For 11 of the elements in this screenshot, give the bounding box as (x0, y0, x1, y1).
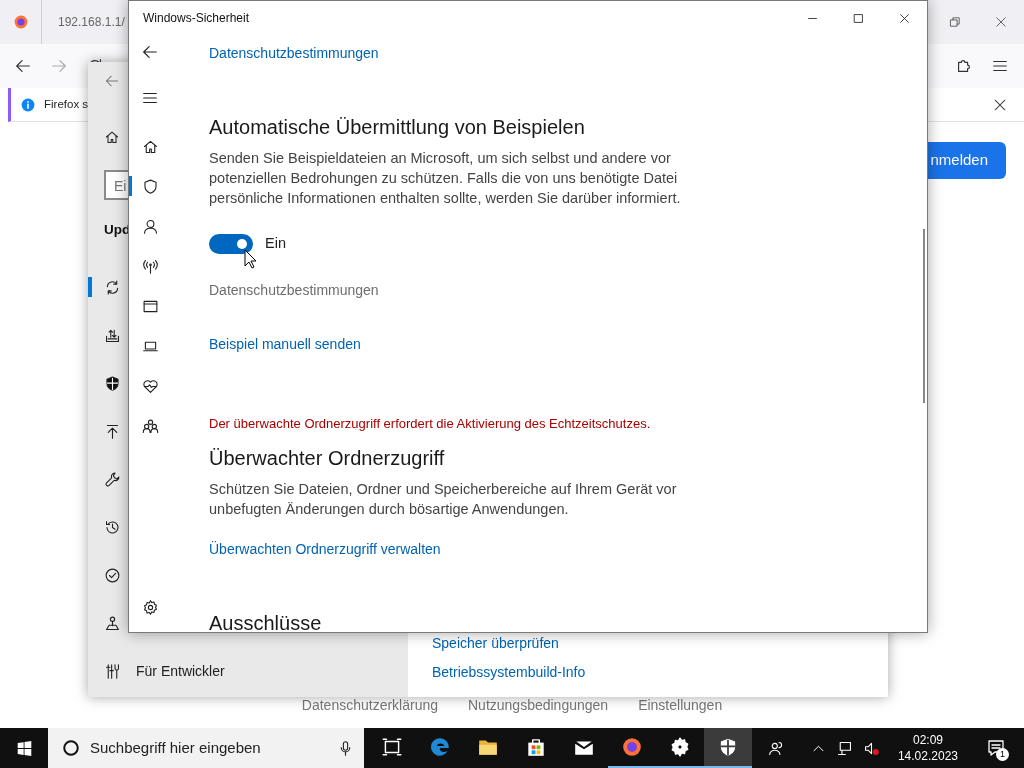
section-heading: Überwachter Ordnerzugriff (209, 446, 446, 472)
description-text: Senden Sie Beispieldateien an Microsoft, um sich selbst und andere vor potenziellen Bedrohungen zu schützen. Falls die von uns benötigte Datei persönliche Informationen enthalten sollte, werden Sie darüber informiert. (209, 149, 682, 208)
section-heading: Ausschlüsse (209, 611, 323, 637)
notification-count: 1 (996, 748, 1009, 761)
section-heading: Automatische Übermittlung von Beispielen (209, 115, 586, 140)
link: Datenschutzbestimmungen (209, 280, 379, 300)
warning-text: Der überwachte Ordnerzugriff erfordert die Aktivierung des Echtzeitschutzes. (209, 414, 652, 433)
window-title: Windows-Sicherheit (143, 10, 250, 27)
toggle-label: Ein (265, 234, 286, 253)
description-text: Schützen Sie Dateien, Ordner und Speicherbereiche auf Ihrem Gerät vor unbefugten Änderungen durch bösartige Anwendungen. (209, 480, 678, 520)
notification-text: Firefox s (44, 96, 89, 112)
